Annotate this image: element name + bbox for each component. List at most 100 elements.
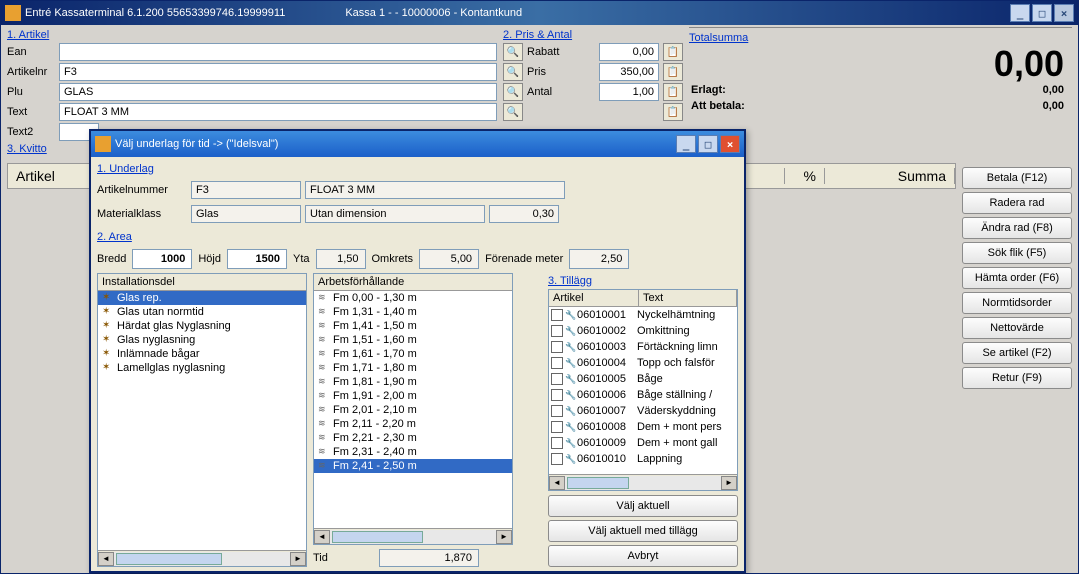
inst-item[interactable]: ✶Lamellglas nyglasning — [98, 361, 306, 375]
antal-input[interactable] — [599, 83, 659, 101]
arb-item[interactable]: ≋Fm 0,00 - 1,30 m — [314, 291, 512, 305]
arb-item[interactable]: ≋Fm 1,81 - 1,90 m — [314, 375, 512, 389]
tillagg-checkbox[interactable] — [551, 405, 563, 417]
tillagg-row[interactable]: 🔧06010007Väderskyddning — [549, 403, 737, 419]
arb-item[interactable]: ≋Fm 1,31 - 1,40 m — [314, 305, 512, 319]
tillagg-row[interactable]: 🔧06010004Topp och falsför — [549, 355, 737, 371]
pris-lookup-icon[interactable]: 🔍 — [503, 63, 523, 81]
title-right: Kassa 1 - - 10000006 - Kontantkund — [345, 7, 522, 19]
minimize-button[interactable]: _ — [1010, 4, 1030, 22]
arb-item[interactable]: ≋Fm 1,91 - 2,00 m — [314, 389, 512, 403]
modal-titlebar: Välj underlag för tid -> ("Idelsval") _ … — [91, 131, 744, 157]
side-button-4[interactable]: Hämta order (F6) — [962, 267, 1072, 289]
pris-side-icon[interactable]: 📋 — [663, 63, 683, 81]
modal-minimize-button[interactable]: _ — [676, 135, 696, 153]
inst-list[interactable]: ✶Glas rep.✶Glas utan normtid✶Härdat glas… — [98, 291, 306, 550]
tillagg-checkbox[interactable] — [551, 437, 563, 449]
tillagg-checkbox[interactable] — [551, 373, 563, 385]
arb-item[interactable]: ≋Fm 2,01 - 2,10 m — [314, 403, 512, 417]
inst-item[interactable]: ✶Glas nyglasning — [98, 333, 306, 347]
arb-item[interactable]: ≋Fm 1,71 - 1,80 m — [314, 361, 512, 375]
plu-input[interactable] — [59, 83, 497, 101]
range-icon: ≋ — [318, 418, 330, 430]
side-button-3[interactable]: Sök flik (F5) — [962, 242, 1072, 264]
wrench-icon: 🔧 — [565, 406, 577, 417]
artikelnr-input[interactable] — [59, 63, 497, 81]
arb-item[interactable]: ≋Fm 2,21 - 2,30 m — [314, 431, 512, 445]
arb-item[interactable]: ≋Fm 1,41 - 1,50 m — [314, 319, 512, 333]
close-button[interactable]: × — [1054, 4, 1074, 22]
tillagg-row[interactable]: 🔧06010002Omkittning — [549, 323, 737, 339]
antal-label: Antal — [527, 86, 595, 98]
extra-lookup-icon[interactable]: 🔍 — [503, 103, 523, 121]
maximize-button[interactable]: □ — [1032, 4, 1052, 22]
valj-aktuell-button[interactable]: Välj aktuell — [548, 495, 738, 517]
tillagg-checkbox[interactable] — [551, 453, 563, 465]
side-button-5[interactable]: Normtidsorder — [962, 292, 1072, 314]
antal-side-icon[interactable]: 📋 — [663, 83, 683, 101]
arb-item[interactable]: ≋Fm 2,41 - 2,50 m — [314, 459, 512, 473]
arb-item[interactable]: ≋Fm 2,11 - 2,20 m — [314, 417, 512, 431]
modal-maximize-button[interactable]: □ — [698, 135, 718, 153]
inst-item[interactable]: ✶Inlämnade bågar — [98, 347, 306, 361]
range-icon: ≋ — [318, 362, 330, 374]
pris-label: Pris — [527, 66, 595, 78]
tillagg-row[interactable]: 🔧06010008Dem + mont pers — [549, 419, 737, 435]
side-button-2[interactable]: Ändra rad (F8) — [962, 217, 1072, 239]
bullet-icon: ✶ — [102, 348, 114, 360]
tillagg-checkbox[interactable] — [551, 421, 563, 433]
yta-label: Yta — [293, 253, 310, 265]
tillagg-row[interactable]: 🔧06010009Dem + mont gall — [549, 435, 737, 451]
tillagg-grid[interactable]: Artikel Text 🔧06010001Nyckelhämtning🔧060… — [548, 289, 738, 491]
tillagg-row[interactable]: 🔧06010006Båge ställning / — [549, 387, 737, 403]
inst-hscroll[interactable]: ◄► — [98, 550, 306, 566]
side-button-8[interactable]: Retur (F9) — [962, 367, 1072, 389]
side-button-7[interactable]: Se artikel (F2) — [962, 342, 1072, 364]
side-button-6[interactable]: Nettovärde — [962, 317, 1072, 339]
text-input[interactable] — [59, 103, 497, 121]
tillagg-hscroll[interactable]: ◄► — [549, 474, 737, 490]
arb-list[interactable]: ≋Fm 0,00 - 1,30 m≋Fm 1,31 - 1,40 m≋Fm 1,… — [314, 291, 512, 528]
underlag-artikelnr: F3 — [191, 181, 301, 199]
hojd-label: Höjd — [198, 253, 221, 265]
tillagg-checkbox[interactable] — [551, 325, 563, 337]
rabatt-lookup-icon[interactable]: 🔍 — [503, 43, 523, 61]
tillagg-checkbox[interactable] — [551, 309, 563, 321]
ean-input[interactable] — [59, 43, 497, 61]
hojd-input[interactable] — [227, 249, 287, 269]
bullet-icon: ✶ — [102, 362, 114, 374]
inst-item[interactable]: ✶Glas utan normtid — [98, 305, 306, 319]
pris-input[interactable] — [599, 63, 659, 81]
tillagg-checkbox[interactable] — [551, 357, 563, 369]
wrench-icon: 🔧 — [565, 374, 577, 385]
antal-lookup-icon[interactable]: 🔍 — [503, 83, 523, 101]
tillagg-row[interactable]: 🔧06010001Nyckelhämtning — [549, 307, 737, 323]
valj-aktuell-tillagg-button[interactable]: Välj aktuell med tillägg — [548, 520, 738, 542]
bredd-input[interactable] — [132, 249, 192, 269]
modal-close-button[interactable]: × — [720, 135, 740, 153]
rabatt-side-icon[interactable]: 📋 — [663, 43, 683, 61]
tillagg-checkbox[interactable] — [551, 341, 563, 353]
artikelnr-label: Artikelnr — [7, 66, 55, 78]
avbryt-button[interactable]: Avbryt — [548, 545, 738, 567]
arb-item[interactable]: ≋Fm 2,31 - 2,40 m — [314, 445, 512, 459]
section-pris: 2. Pris & Antal — [503, 29, 683, 41]
section-area: 2. Area — [97, 231, 738, 243]
arb-item[interactable]: ≋Fm 1,61 - 1,70 m — [314, 347, 512, 361]
tillagg-row[interactable]: 🔧06010003Förtäckning limn — [549, 339, 737, 355]
tillagg-row[interactable]: 🔧06010005Båge — [549, 371, 737, 387]
underlag-dimension: Utan dimension — [305, 205, 485, 223]
inst-item[interactable]: ✶Härdat glas Nyglasning — [98, 319, 306, 333]
arb-header: Arbetsförhållande — [314, 274, 512, 291]
side-button-0[interactable]: Betala (F12) — [962, 167, 1072, 189]
extra-side-icon[interactable]: 📋 — [663, 103, 683, 121]
rabatt-input[interactable] — [599, 43, 659, 61]
arb-hscroll[interactable]: ◄► — [314, 528, 512, 544]
tillagg-row[interactable]: 🔧06010010Lappning — [549, 451, 737, 467]
tillagg-checkbox[interactable] — [551, 389, 563, 401]
wrench-icon: 🔧 — [565, 422, 577, 433]
inst-item[interactable]: ✶Glas rep. — [98, 291, 306, 305]
arb-item[interactable]: ≋Fm 1,51 - 1,60 m — [314, 333, 512, 347]
main-titlebar: Entré Kassaterminal 6.1.200 55653399746.… — [1, 1, 1078, 25]
side-button-1[interactable]: Radera rad — [962, 192, 1072, 214]
